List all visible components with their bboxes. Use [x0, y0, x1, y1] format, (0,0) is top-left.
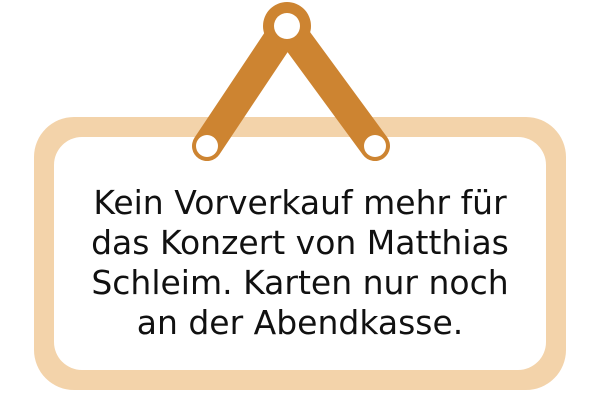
hanger-right-rivet [364, 135, 386, 157]
hanger-top-hole [274, 13, 300, 39]
sign-hanger-icon [192, 2, 390, 161]
hanging-sign: Kein Vorverkauf mehr für das Konzert von… [0, 0, 600, 400]
hanger-left-rivet [196, 135, 218, 157]
